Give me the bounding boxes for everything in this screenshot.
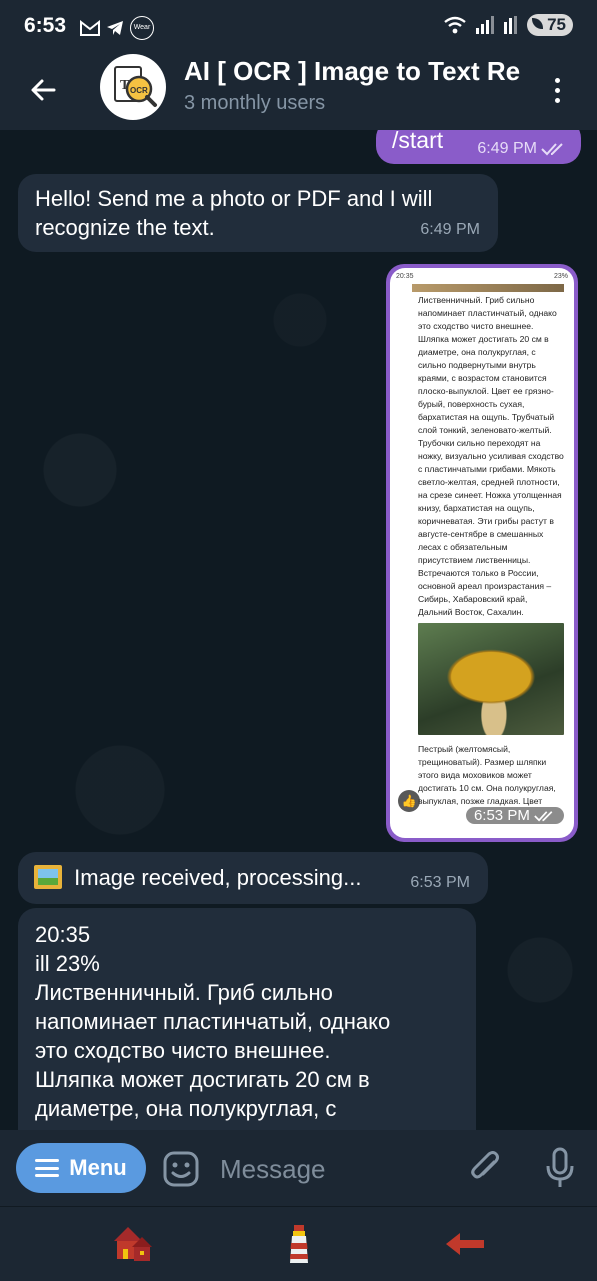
- more-options-icon[interactable]: [537, 68, 577, 112]
- photo-status-time: 20:35: [396, 273, 414, 280]
- message-text: Hello! Send me a photo or PDF and I will…: [35, 186, 433, 240]
- ocr-logo-icon: T OCR: [114, 66, 157, 107]
- system-icons: 75: [443, 14, 573, 36]
- menu-button-label: Menu: [69, 1155, 127, 1180]
- message-time: 6:53 PM: [410, 874, 470, 891]
- message-text: /start: [392, 130, 444, 153]
- message-time: 6:53 PM: [473, 806, 530, 824]
- notification-icons: Wear: [80, 16, 154, 40]
- ocr-line: напоминает пластинчатый, однако: [35, 1009, 391, 1034]
- ocr-line: Лиственничный. Гриб сильно: [35, 980, 333, 1005]
- double-check-icon: [541, 142, 563, 155]
- ocr-line: ill 23%: [35, 951, 100, 976]
- back-arrow-nav-icon[interactable]: [442, 1221, 488, 1267]
- battery-indicator: 75: [527, 14, 573, 36]
- bot-menu-button[interactable]: Menu: [16, 1143, 146, 1193]
- bot-avatar[interactable]: T OCR: [100, 54, 166, 120]
- telegram-icon: [107, 21, 123, 35]
- photo-time-badge: 6:53 PM: [465, 806, 564, 824]
- chat-subtitle: 3 monthly users: [184, 92, 326, 114]
- outgoing-message-start[interactable]: /start 6:49 PM: [376, 130, 581, 164]
- chat-area[interactable]: /start 6:49 PM Hello! Send me a photo or…: [0, 130, 597, 1130]
- photo-paragraph-1: Лиственничный. Гриб сильно напоминает пл…: [418, 295, 564, 617]
- svg-text:OCR: OCR: [130, 86, 148, 95]
- back-arrow-icon[interactable]: [24, 70, 64, 110]
- wifi-icon: [444, 16, 466, 34]
- screenshot-photo[interactable]: 20:35 23% Лиственничный. Гриб сильно нап…: [390, 268, 574, 838]
- signal-icon: [476, 16, 495, 34]
- status-bar: 6:53 Wear 75: [0, 0, 597, 54]
- signal-2-icon: [504, 16, 518, 34]
- incoming-message-processing[interactable]: Image received, processing... 6:53 PM: [18, 852, 488, 904]
- message-text: Image received, processing...: [74, 865, 362, 890]
- framed-picture-icon: [34, 865, 62, 889]
- incoming-message-greeting[interactable]: Hello! Send me a photo or PDF and I will…: [18, 174, 498, 252]
- system-navigation-bar: [0, 1206, 597, 1281]
- battery-level: 75: [547, 15, 566, 34]
- emoji-sticker-icon[interactable]: [162, 1150, 200, 1188]
- mushroom-image: [418, 623, 564, 735]
- ocr-line: Шляпка может достигать 20 см в: [35, 1067, 370, 1092]
- paperclip-icon[interactable]: [466, 1148, 506, 1188]
- lighthouse-icon[interactable]: [276, 1221, 322, 1267]
- home-house-icon[interactable]: [110, 1221, 156, 1267]
- outgoing-photo-message[interactable]: 20:35 23% Лиственничный. Гриб сильно нап…: [386, 264, 578, 842]
- ocr-line: это сходство чисто внешнее.: [35, 1038, 331, 1063]
- ocr-line: диаметре, она полукруглая, с: [35, 1096, 337, 1121]
- photo-image-strip: [412, 284, 564, 292]
- hamburger-icon: [35, 1159, 60, 1177]
- microphone-icon[interactable]: [540, 1146, 580, 1190]
- message-input-bar: Menu: [0, 1130, 597, 1206]
- gmail-icon: [80, 20, 100, 36]
- incoming-message-ocr-result[interactable]: 20:35 ill 23% Лиственничный. Гриб сильно…: [18, 908, 476, 1130]
- chat-header: T OCR AI [ OCR ] Image to Text Re 3 mont…: [0, 54, 597, 131]
- thumbs-up-icon[interactable]: 👍: [398, 790, 420, 812]
- status-time: 6:53: [24, 14, 67, 37]
- message-time: 6:49 PM: [420, 221, 480, 238]
- message-input[interactable]: [218, 1148, 452, 1190]
- ocr-line: 20:35: [35, 922, 91, 947]
- photo-status-battery: 23%: [553, 273, 568, 280]
- wear-icon: Wear: [130, 16, 154, 40]
- double-check-icon: [534, 811, 553, 822]
- photo-status-bar: 20:35 23%: [390, 268, 574, 282]
- message-time: 6:49 PM: [477, 140, 537, 157]
- chat-title[interactable]: AI [ OCR ] Image to Text Re: [184, 56, 524, 87]
